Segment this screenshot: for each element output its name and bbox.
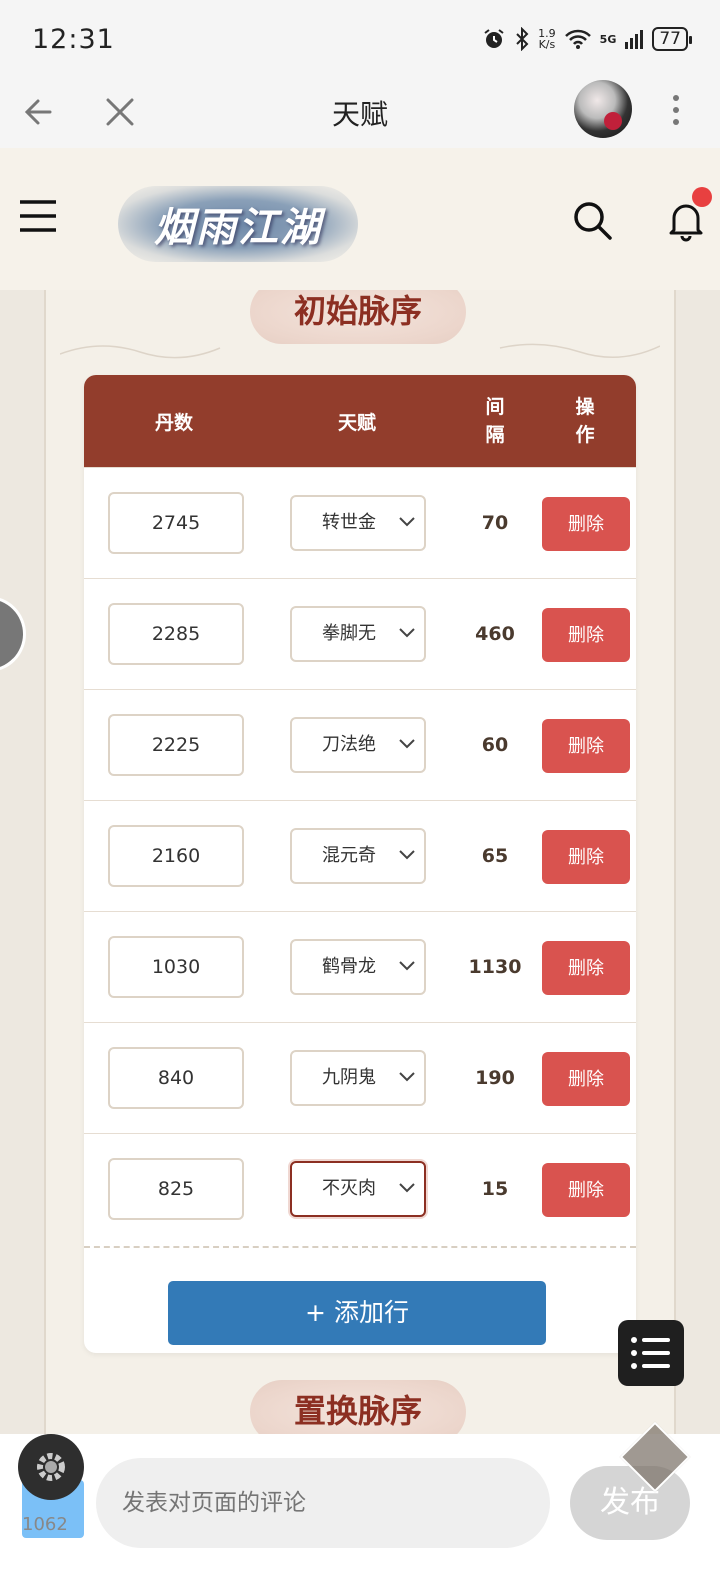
list-icon	[631, 1337, 670, 1369]
signal-icon	[625, 30, 644, 49]
talent-select[interactable]: 九阴鬼	[290, 1050, 426, 1106]
alarm-icon	[484, 29, 504, 48]
delete-button[interactable]: 删除	[542, 1163, 630, 1217]
talent-select-value: 拳脚无	[322, 623, 376, 644]
wifi-icon	[564, 29, 591, 49]
chevron-down-icon	[399, 628, 415, 638]
header-operation-line1: 操	[575, 396, 595, 418]
talent-select-value: 混元奇	[322, 845, 376, 866]
delete-button[interactable]: 删除	[542, 1052, 630, 1106]
gear-icon	[37, 1453, 65, 1481]
status-bar: 12:31 1.9 K/s 5G 77	[0, 0, 720, 78]
talent-select-value: 不灭肉	[322, 1178, 376, 1199]
talent-select[interactable]: 混元奇	[290, 828, 426, 884]
net-speed-unit: K/s	[538, 38, 556, 51]
table-row: 转世金 70 删除	[84, 467, 636, 578]
table-row: 拳脚无 460 删除	[84, 578, 636, 689]
app-bar: 天赋	[0, 78, 720, 148]
talent-select-value: 刀法绝	[322, 734, 376, 755]
header-interval: 间隔	[470, 375, 520, 467]
dan-input[interactable]	[108, 825, 244, 887]
interval-value: 460	[475, 623, 515, 645]
net-speed: 1.9 K/s	[538, 28, 556, 50]
battery-indicator: 77	[652, 27, 692, 51]
badge-count: 1062	[22, 1514, 68, 1535]
interval-value: 60	[481, 734, 509, 756]
logo-text: 烟雨江湖	[154, 204, 322, 251]
header-interval-line2: 隔	[485, 424, 505, 446]
talent-select[interactable]: 鹤骨龙	[290, 939, 426, 995]
interval-value: 65	[481, 845, 509, 867]
table-row: 鹤骨龙 1130 删除	[84, 911, 636, 1022]
dan-input[interactable]	[108, 936, 244, 998]
delete-button[interactable]: 删除	[542, 608, 630, 662]
delete-button[interactable]: 删除	[542, 941, 630, 995]
chevron-down-icon	[399, 739, 415, 749]
header-operation: 操作	[560, 375, 610, 467]
interval-value: 1130	[468, 956, 522, 978]
delete-button[interactable]: 删除	[542, 497, 630, 551]
header-operation-line2: 作	[575, 424, 595, 446]
chevron-down-icon	[399, 517, 415, 527]
talent-select[interactable]: 刀法绝	[290, 717, 426, 773]
interval-value: 70	[481, 512, 509, 534]
interval-value: 190	[475, 1067, 515, 1089]
delete-button[interactable]: 删除	[542, 719, 630, 773]
dan-input[interactable]	[108, 1158, 244, 1220]
chevron-down-icon	[399, 1072, 415, 1082]
section-title-initial: 初始脉序	[250, 290, 466, 344]
chevron-down-icon	[399, 850, 415, 860]
site-logo[interactable]: 烟雨江湖	[118, 186, 358, 262]
chevron-down-icon	[399, 961, 415, 971]
more-vertical-icon[interactable]	[664, 88, 688, 132]
publish-button[interactable]: 发布	[570, 1466, 690, 1540]
content-area: 初始脉序 丹数 天赋 间隔 操作 转世金 70 删除 拳脚无 460 删除 刀法…	[0, 290, 720, 1450]
avatar[interactable]	[574, 80, 632, 138]
dan-input[interactable]	[108, 714, 244, 776]
table-row: 刀法绝 60 删除	[84, 689, 636, 800]
comment-input[interactable]	[96, 1458, 550, 1548]
header-dan: 丹数	[154, 411, 193, 434]
table-row: 九阴鬼 190 删除	[84, 1022, 636, 1133]
add-row-button[interactable]: + 添加行	[168, 1281, 546, 1345]
table-header: 丹数 天赋 间隔 操作	[84, 375, 636, 467]
network-type: 5G	[599, 32, 617, 46]
initial-sequence-table: 丹数 天赋 间隔 操作 转世金 70 删除 拳脚无 460 删除 刀法绝 60 …	[84, 375, 636, 1353]
talent-select[interactable]: 拳脚无	[290, 606, 426, 662]
dan-input[interactable]	[108, 1047, 244, 1109]
talent-select[interactable]: 转世金	[290, 495, 426, 551]
talent-select-value: 转世金	[322, 512, 376, 533]
divider	[84, 1246, 636, 1248]
notification-dot	[692, 187, 712, 207]
talent-select-value: 九阴鬼	[322, 1067, 376, 1088]
header-talent: 天赋	[337, 411, 376, 434]
settings-float-button[interactable]	[18, 1434, 84, 1500]
interval-value: 15	[481, 1178, 509, 1200]
table-row: 混元奇 65 删除	[84, 800, 636, 911]
toc-float-button[interactable]	[618, 1320, 684, 1386]
menu-icon[interactable]	[18, 196, 58, 236]
dan-input[interactable]	[108, 603, 244, 665]
bluetooth-icon	[516, 27, 529, 51]
search-icon[interactable]	[570, 198, 614, 242]
table-row: 不灭肉 15 删除	[84, 1133, 636, 1244]
header-interval-line1: 间	[485, 396, 505, 418]
dan-input[interactable]	[108, 492, 244, 554]
chevron-down-icon	[399, 1183, 415, 1193]
delete-button[interactable]: 删除	[542, 830, 630, 884]
status-icons: 1.9 K/s 5G 77	[482, 27, 692, 51]
talent-select-value: 鹤骨龙	[322, 956, 376, 977]
talent-select[interactable]: 不灭肉	[290, 1161, 426, 1217]
status-time: 12:31	[32, 23, 115, 55]
